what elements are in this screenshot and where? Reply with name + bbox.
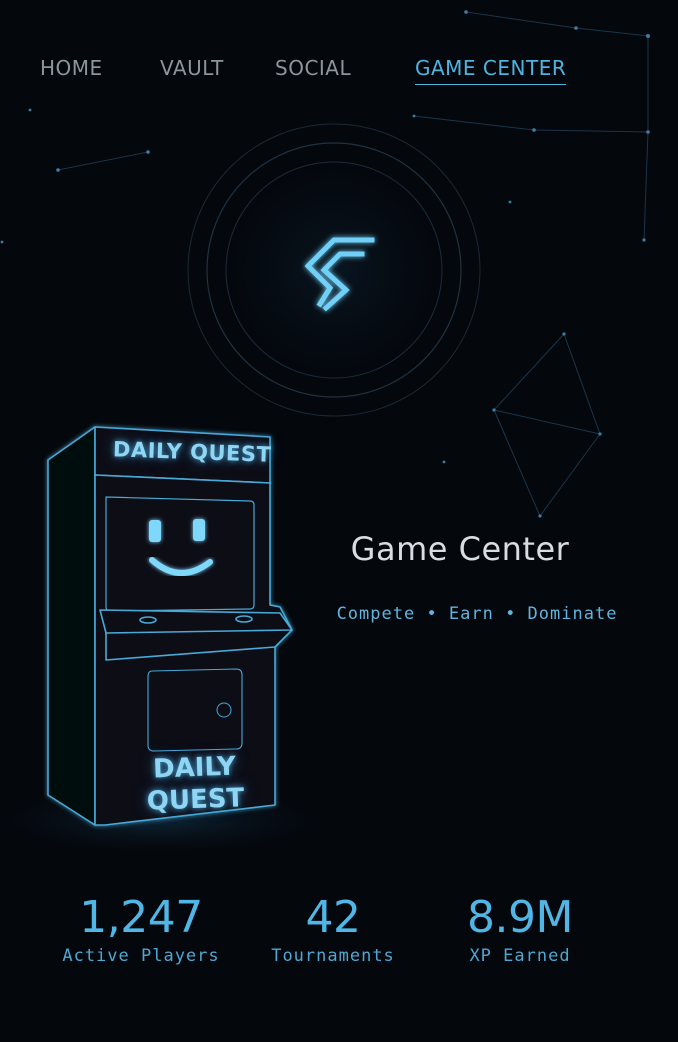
stat-value: 42 bbox=[305, 892, 362, 943]
nav-social[interactable]: SOCIAL bbox=[275, 56, 351, 80]
nav-game-center[interactable]: GAME CENTER bbox=[415, 56, 567, 85]
page-subtitle: Compete • Earn • Dominate bbox=[336, 604, 618, 624]
arcade-panel-label: DAILY QUEST bbox=[146, 751, 245, 817]
top-navigation: HOME VAULT SOCIAL GAME CENTER bbox=[0, 56, 678, 90]
nav-vault[interactable]: VAULT bbox=[160, 56, 224, 80]
stat-label: Tournaments bbox=[271, 946, 395, 966]
nav-home[interactable]: HOME bbox=[40, 56, 103, 80]
stat-xp-earned: 8.9M XP Earned bbox=[420, 890, 620, 966]
stat-value: 8.9M bbox=[467, 892, 573, 943]
stat-label: XP Earned bbox=[469, 946, 571, 966]
stat-value: 1,247 bbox=[79, 892, 203, 943]
stat-active-players: 1,247 Active Players bbox=[41, 890, 241, 966]
stat-tournaments: 42 Tournaments bbox=[233, 890, 433, 966]
page-title: Game Center bbox=[350, 530, 570, 568]
brand-s-logo-icon bbox=[186, 122, 482, 418]
stat-label: Active Players bbox=[62, 946, 220, 966]
